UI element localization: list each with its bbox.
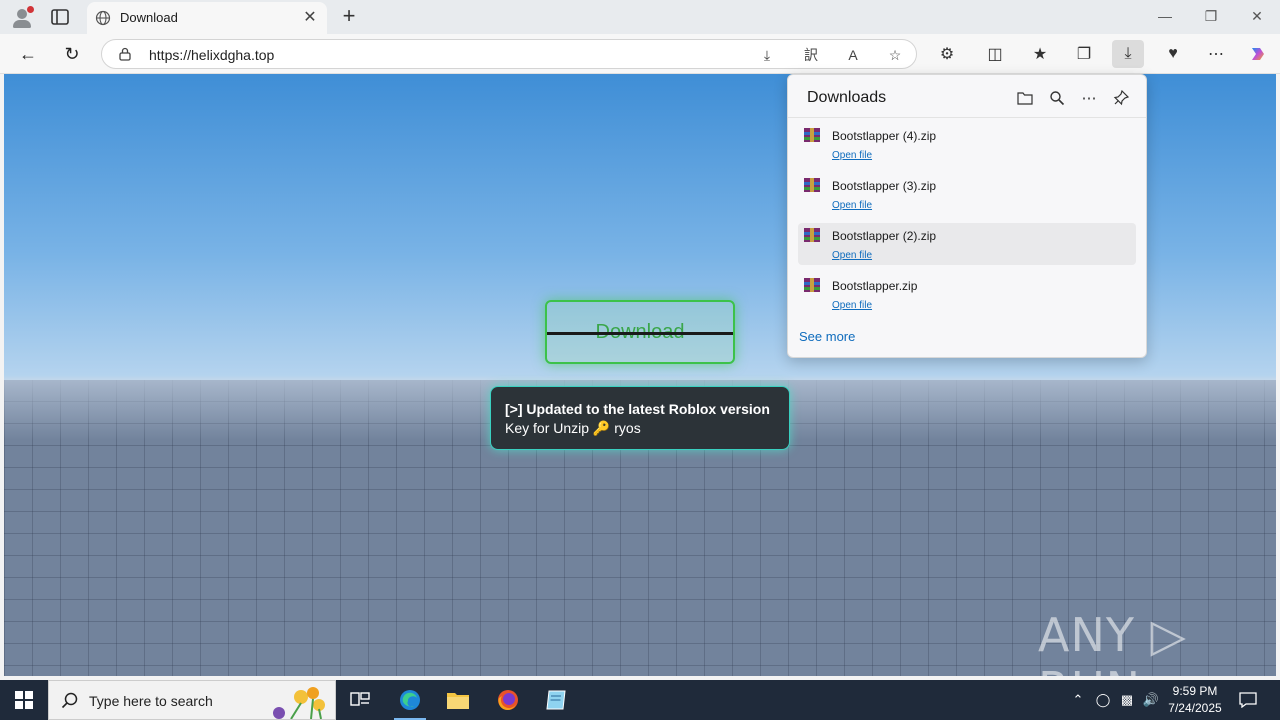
- search-downloads-icon[interactable]: [1046, 87, 1068, 109]
- download-button[interactable]: Download: [545, 300, 735, 364]
- zip-archive-icon: [804, 278, 820, 292]
- download-item[interactable]: Bootstlapper (4).zip Open file: [798, 123, 1136, 165]
- new-tab-button[interactable]: +: [338, 5, 360, 27]
- refresh-icon[interactable]: ↻: [57, 40, 87, 68]
- system-clock[interactable]: 9:59 PM 7/24/2025: [1160, 683, 1230, 717]
- search-icon: [61, 692, 78, 709]
- extensions-icon[interactable]: ⚙: [931, 40, 963, 68]
- copilot-icon[interactable]: [1242, 40, 1274, 68]
- read-aloud-icon[interactable]: A: [842, 44, 864, 66]
- open-folder-icon[interactable]: [1014, 87, 1036, 109]
- globe-icon: [95, 10, 111, 26]
- title-bar: Download ✕ + — ❐ ✕: [0, 0, 1280, 34]
- url-text[interactable]: https://helixdgha.top: [149, 47, 274, 63]
- firefox-icon[interactable]: [484, 680, 532, 720]
- file-name: Bootstlapper (3).zip: [832, 179, 937, 193]
- tab-title: Download: [120, 10, 178, 25]
- notice-line-1: [>] Updated to the latest Roblox version: [505, 401, 770, 417]
- tab-download[interactable]: Download ✕: [87, 2, 327, 34]
- clock-date: 7/24/2025: [1168, 701, 1222, 715]
- show-hidden-icons-icon[interactable]: ⌃: [1068, 680, 1088, 720]
- split-screen-icon[interactable]: ◫: [979, 40, 1011, 68]
- zip-archive-icon: [804, 228, 820, 242]
- address-bar[interactable]: https://helixdgha.top ⤓ 訳 A ☆: [101, 39, 917, 69]
- search-placeholder: Type here to search: [89, 693, 213, 709]
- taskbar: Type here to search ⌃ ◯ ▩ 🔊 9:59 PM 7/24…: [0, 680, 1280, 720]
- open-file-link[interactable]: Open file: [832, 300, 872, 311]
- volume-icon[interactable]: 🔊: [1141, 680, 1161, 720]
- back-icon[interactable]: ←: [13, 40, 43, 68]
- see-more-link[interactable]: See more: [799, 329, 855, 344]
- notice-line-2: Key for Unzip 🔑 ryos: [505, 420, 641, 436]
- unzip-key-notice: [>] Updated to the latest Roblox version…: [490, 386, 790, 450]
- restore-icon[interactable]: ❐: [1196, 6, 1226, 26]
- file-explorer-icon[interactable]: [434, 680, 482, 720]
- translate-icon[interactable]: 訳: [800, 44, 822, 66]
- pin-icon[interactable]: [1110, 87, 1132, 109]
- close-window-icon[interactable]: ✕: [1242, 6, 1272, 26]
- downloads-title: Downloads: [807, 89, 887, 106]
- notifications-icon[interactable]: [1236, 680, 1260, 720]
- favorite-star-icon[interactable]: ☆: [884, 44, 906, 66]
- windows-start-icon[interactable]: [0, 680, 48, 720]
- minimize-icon[interactable]: —: [1150, 6, 1180, 26]
- more-options-icon[interactable]: ⋯: [1200, 40, 1232, 68]
- navigation-bar: ← ↻ https://helixdgha.top ⤓ 訳 A ☆ ⚙ ◫ ★ …: [0, 34, 1280, 74]
- notepad-app-icon[interactable]: [533, 680, 581, 720]
- downloads-icon[interactable]: ⤓: [1112, 40, 1144, 68]
- clock-time: 9:59 PM: [1172, 684, 1218, 698]
- download-item[interactable]: Bootstlapper.zip Open file: [798, 273, 1136, 315]
- open-file-link[interactable]: Open file: [832, 150, 872, 161]
- open-file-link[interactable]: Open file: [832, 200, 872, 211]
- zip-archive-icon: [804, 178, 820, 192]
- taskbar-search-box[interactable]: Type here to search: [48, 680, 336, 720]
- download-item[interactable]: Bootstlapper (2).zip Open file: [798, 223, 1136, 265]
- file-name: Bootstlapper (4).zip: [832, 129, 937, 143]
- site-info-icon[interactable]: [118, 47, 132, 61]
- strike-line: [547, 332, 733, 335]
- downloads-panel: Downloads ⋯ Bootstlapper (4).zip Open fi…: [787, 74, 1147, 358]
- task-view-icon[interactable]: [336, 680, 384, 720]
- security-tray-icon[interactable]: ◯: [1093, 680, 1113, 720]
- zip-archive-icon: [804, 128, 820, 142]
- more-downloads-options-icon[interactable]: ⋯: [1078, 87, 1100, 109]
- close-tab-icon[interactable]: ✕: [301, 9, 319, 27]
- download-item[interactable]: Bootstlapper (3).zip Open file: [798, 173, 1136, 215]
- download-app-icon[interactable]: ⤓: [756, 44, 778, 66]
- edge-browser-icon[interactable]: [386, 680, 434, 720]
- favorites-icon[interactable]: ★: [1024, 40, 1056, 68]
- profile-avatar-icon[interactable]: [8, 4, 36, 30]
- open-file-link[interactable]: Open file: [832, 250, 872, 261]
- file-name: Bootstlapper.zip: [832, 279, 918, 293]
- browser-essentials-icon[interactable]: ♥: [1157, 40, 1189, 68]
- anyrun-watermark-logo: ANY ▷ RUN: [1038, 608, 1187, 676]
- collections-icon[interactable]: ❐: [1068, 40, 1100, 68]
- file-name: Bootstlapper (2).zip: [832, 229, 937, 243]
- flowers-decoration-icon: [273, 687, 325, 719]
- tab-actions-icon[interactable]: [50, 8, 70, 26]
- network-icon[interactable]: ▩: [1117, 680, 1137, 720]
